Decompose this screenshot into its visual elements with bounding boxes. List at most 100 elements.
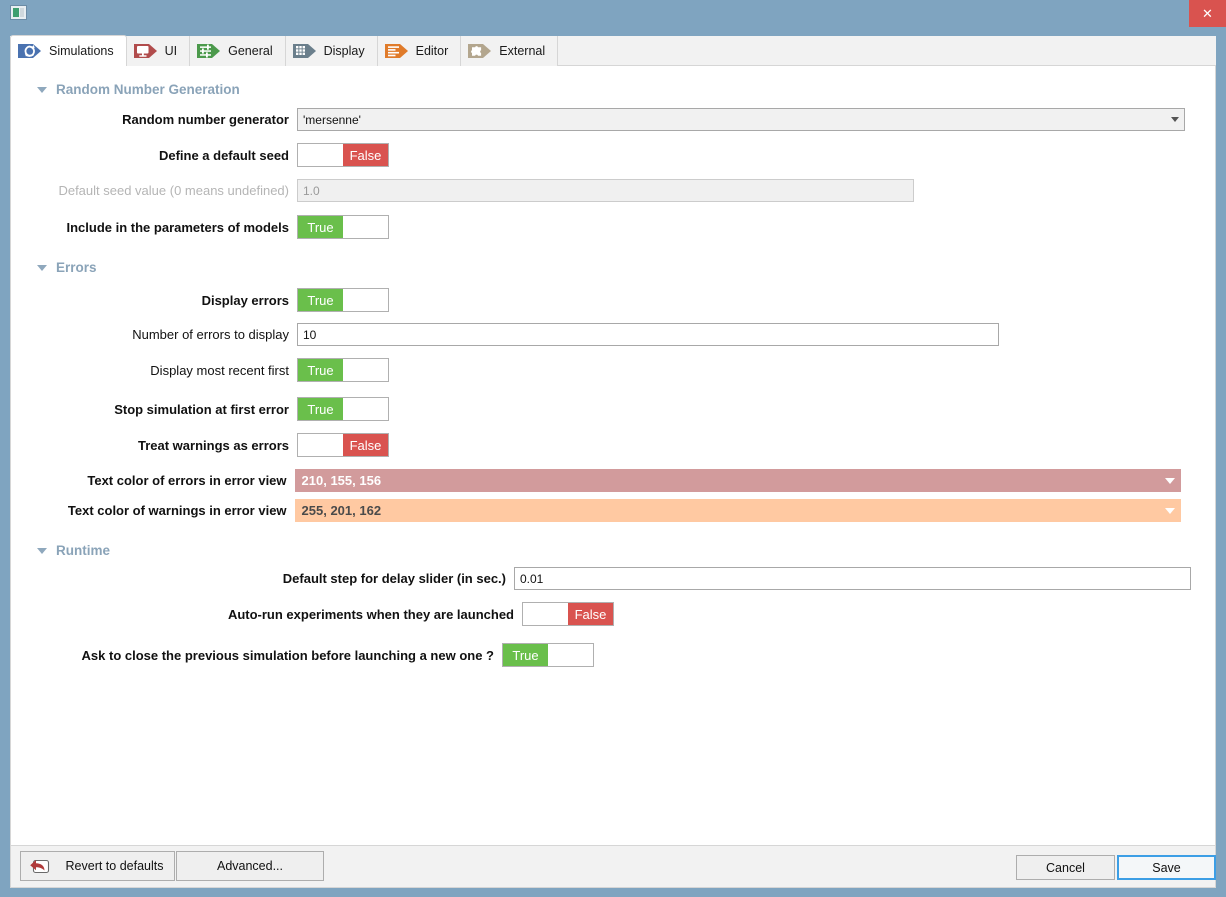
toggle-right [343, 289, 388, 311]
lines-icon [384, 40, 410, 62]
chevron-down-icon [1171, 117, 1179, 122]
field-label: Random number generator [122, 112, 289, 127]
toggle-value: False [343, 144, 388, 166]
field-label: Include in the parameters of models [66, 219, 290, 235]
row-delay-slider-step: Default step for delay slider (in sec.) … [11, 567, 1191, 590]
field-label: Display errors [201, 292, 289, 308]
preferences-content: Random Number Generation Random number g… [10, 66, 1216, 846]
section-header-errors[interactable]: Errors [37, 260, 97, 275]
row-define-default-seed: Define a default seed False [11, 143, 389, 167]
row-default-seed-value: Default seed value (0 means undefined) 1… [11, 179, 1191, 202]
field-label: Stop simulation at first error [114, 401, 289, 417]
autorun-experiments-toggle[interactable]: False [522, 602, 614, 626]
tab-label: General [228, 44, 273, 58]
tab-label: UI [164, 44, 178, 58]
error-text-color-picker[interactable]: 210, 155, 156 [294, 469, 1181, 492]
row-stop-simulation-first-error: Stop simulation at first error True [11, 397, 389, 421]
field-label: Text color of errors in error view [87, 473, 287, 488]
field-label: Default seed value (0 means undefined) [58, 183, 289, 198]
preferences-window: ✕ Simulations UI General Display Editor … [0, 0, 1226, 897]
tab-label: Display [323, 44, 365, 58]
section-header-random-number-generation[interactable]: Random Number Generation [37, 82, 240, 97]
refresh-icon [17, 40, 43, 62]
tab-simulations[interactable]: Simulations [10, 35, 127, 66]
save-button[interactable]: Save [1117, 855, 1216, 880]
field-label: Treat warnings as errors [137, 437, 289, 453]
puzzle-icon [467, 40, 493, 62]
row-display-errors: Display errors True [11, 288, 389, 312]
color-value: 255, 201, 162 [301, 503, 382, 518]
title-bar: ✕ [0, 0, 1226, 30]
window-icon [10, 5, 27, 20]
toggle-value: True [503, 644, 548, 666]
tab-external[interactable]: External [461, 36, 559, 66]
input-value: 1.0 [303, 183, 320, 198]
toggle-left [298, 144, 343, 166]
field-label: Auto-run experiments when they are launc… [227, 606, 514, 622]
section-header-runtime[interactable]: Runtime [37, 543, 110, 558]
section-title: Errors [56, 260, 97, 275]
tab-label: External [499, 44, 546, 58]
toggle-right [548, 644, 593, 666]
toggle-value: True [298, 289, 343, 311]
chevron-down-icon [1165, 507, 1175, 514]
define-default-seed-toggle[interactable]: False [297, 143, 389, 167]
field-label: Default step for delay slider (in sec.) [282, 571, 506, 586]
row-error-text-color: Text color of errors in error view 210, … [11, 469, 1181, 492]
include-in-parameters-toggle[interactable]: True [297, 215, 389, 239]
tab-general[interactable]: General [190, 36, 286, 66]
close-button[interactable]: ✕ [1189, 0, 1226, 27]
chevron-down-icon [1165, 477, 1175, 484]
button-label: Cancel [1046, 860, 1085, 875]
warning-text-color-picker[interactable]: 255, 201, 162 [294, 499, 1181, 522]
section-title: Runtime [56, 543, 110, 558]
toggle-left [523, 603, 568, 625]
display-errors-toggle[interactable]: True [297, 288, 389, 312]
toggle-value: True [298, 359, 343, 381]
field-label: Display most recent first [150, 362, 289, 378]
row-ask-close-previous-simulation: Ask to close the previous simulation bef… [11, 643, 594, 667]
tab-label: Simulations [49, 44, 114, 58]
toggle-right [343, 216, 388, 238]
random-number-generator-select[interactable]: 'mersenne' [297, 108, 1185, 131]
toggle-right [343, 359, 388, 381]
row-random-number-generator: Random number generator 'mersenne' [11, 108, 1191, 131]
row-number-of-errors: Number of errors to display 10 [11, 323, 1191, 346]
revert-to-defaults-button[interactable]: Revert to defaults [20, 851, 175, 881]
advanced-button[interactable]: Advanced... [176, 851, 324, 881]
tab-ui[interactable]: UI [126, 36, 191, 66]
number-of-errors-input[interactable]: 10 [297, 323, 999, 346]
default-seed-value-input[interactable]: 1.0 [297, 179, 914, 202]
color-value: 210, 155, 156 [301, 473, 382, 488]
tab-bar: Simulations UI General Display Editor Ex… [10, 35, 1216, 66]
toggle-value: False [568, 603, 613, 625]
section-title: Random Number Generation [56, 82, 240, 97]
sliders-icon [196, 40, 222, 62]
field-label: Define a default seed [158, 147, 289, 163]
tab-label: Editor [415, 44, 449, 58]
row-treat-warnings-as-errors: Treat warnings as errors False [11, 433, 389, 457]
input-value: 10 [303, 327, 317, 342]
select-value: 'mersenne' [303, 112, 361, 127]
row-include-in-parameters: Include in the parameters of models True [11, 215, 389, 239]
chevron-down-icon [37, 86, 47, 93]
cancel-button[interactable]: Cancel [1016, 855, 1115, 880]
toggle-value: False [343, 434, 388, 456]
ask-close-previous-simulation-toggle[interactable]: True [502, 643, 594, 667]
button-label: Advanced... [216, 859, 283, 873]
stop-simulation-first-error-toggle[interactable]: True [297, 397, 389, 421]
toggle-right [343, 398, 388, 420]
treat-warnings-as-errors-toggle[interactable]: False [297, 433, 389, 457]
toggle-value: True [298, 216, 343, 238]
input-value: 0.01 [520, 571, 544, 586]
tab-editor[interactable]: Editor [377, 36, 462, 66]
row-warning-text-color: Text color of warnings in error view 255… [11, 499, 1181, 522]
toggle-left [298, 434, 343, 456]
undo-arrow-icon [28, 855, 54, 877]
display-most-recent-first-toggle[interactable]: True [297, 358, 389, 382]
button-label: Revert to defaults [65, 859, 164, 873]
tab-display[interactable]: Display [285, 36, 378, 66]
delay-slider-step-input[interactable]: 0.01 [514, 567, 1191, 590]
field-label: Number of errors to display [132, 327, 289, 342]
field-label: Ask to close the previous simulation bef… [81, 647, 494, 663]
